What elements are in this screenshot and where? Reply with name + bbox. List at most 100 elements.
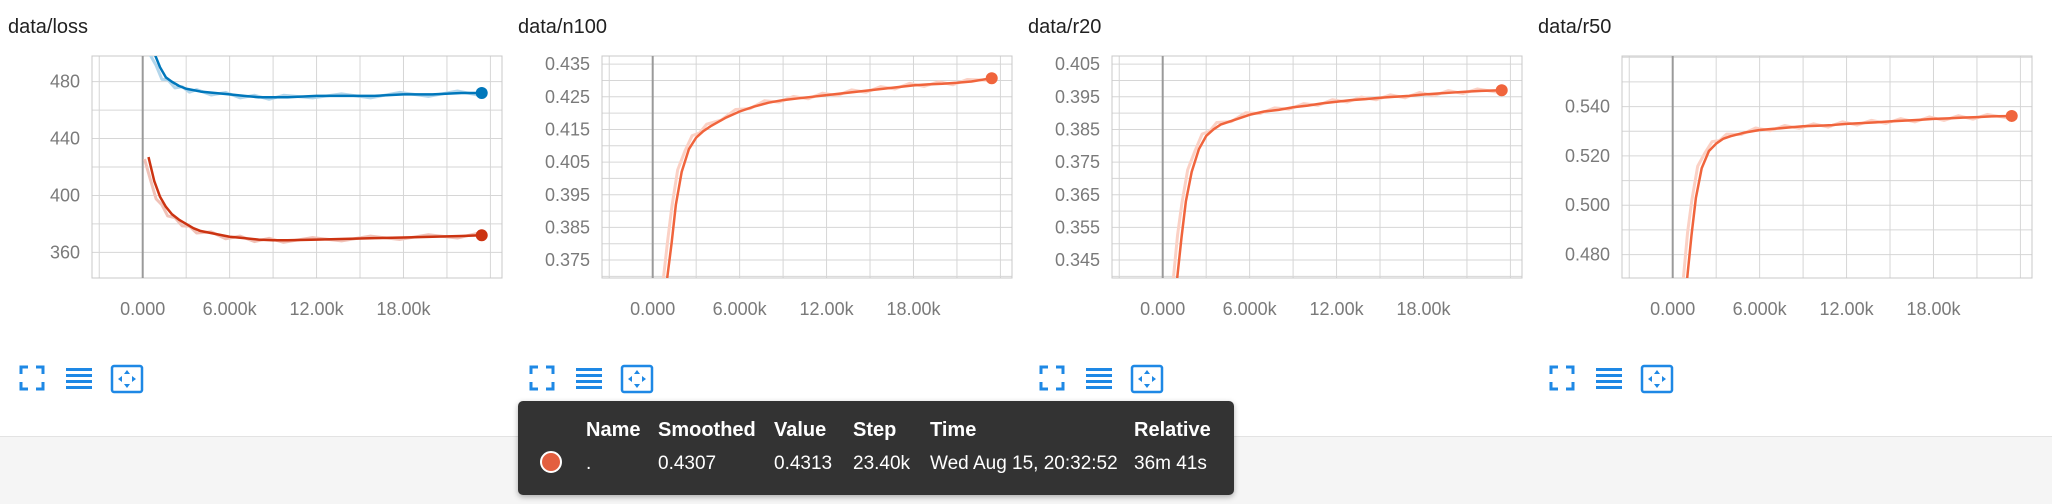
chart-card-data-r50: data/r50 0.480 0.500 0.520 0.540 0.000 6.000k 1… <box>1530 0 2042 436</box>
tooltip-row-step: 23.40k <box>853 453 911 474</box>
series-raw-line <box>1681 112 2008 278</box>
series-end-marker <box>475 87 488 99</box>
x-tick-label: 0.000 <box>1650 299 1695 319</box>
chart-card-data-r20: data/r20 0.345 0.355 0.365 0.375 0.385 0.395 0.… <box>1020 0 1532 436</box>
series-0 <box>661 76 992 278</box>
fit-domain-button[interactable] <box>110 364 146 398</box>
fullscreen-icon <box>18 364 54 392</box>
x-tick-label: 12.00k <box>1310 299 1365 319</box>
fit-domain-icon <box>110 364 146 394</box>
x-tick-label: 0.000 <box>630 299 675 319</box>
x-tick-label: 18.00k <box>376 299 431 319</box>
series-end-marker <box>985 72 998 85</box>
x-tick-label: 6.000k <box>203 299 258 319</box>
series-end-marker <box>2005 109 2018 122</box>
y-tick-label: 0.540 <box>1565 97 1610 117</box>
grid-horizontal <box>1622 56 2032 256</box>
x-tick-label: 0.000 <box>120 299 165 319</box>
tooltip-row-value: 0.4313 <box>774 453 833 474</box>
tooltip-row-smoothed: 0.4307 <box>658 453 717 474</box>
fit-domain-button[interactable] <box>1640 364 1676 398</box>
fit-domain-button[interactable] <box>1130 364 1166 398</box>
grid-horizontal <box>602 63 1012 277</box>
list-button[interactable] <box>574 364 610 398</box>
x-tick-label: 6.000k <box>1223 299 1278 319</box>
y-tick-label: 0.405 <box>545 152 590 172</box>
list-button[interactable] <box>64 364 100 398</box>
y-tick-label: 0.480 <box>1565 245 1610 265</box>
series-smoothed-line <box>1175 89 1502 278</box>
y-tick-label: 400 <box>50 185 80 205</box>
chart-title: data/loss <box>8 16 89 38</box>
tooltip-row-name: . <box>586 453 592 474</box>
chart-svg-data-loss[interactable]: 360 400 440 480 0.000 6.000k 12.00k 18.00k <box>0 44 510 354</box>
fullscreen-button[interactable] <box>18 364 54 398</box>
plot-frame <box>601 55 1013 279</box>
list-button[interactable] <box>1084 364 1120 398</box>
tooltip-header-relative: Relative <box>1134 419 1211 441</box>
chart-title: data/r20 <box>1028 16 1102 38</box>
x-tick-label: 6.000k <box>713 299 768 319</box>
fullscreen-button[interactable] <box>1038 364 1074 398</box>
chart-svg-data-n100[interactable]: 0.375 0.385 0.395 0.405 0.415 0.425 0.435 0.000… <box>510 44 1020 354</box>
tooltip-series-swatch <box>540 451 562 473</box>
x-tick-label: 12.00k <box>1820 299 1875 319</box>
y-tick-label: 0.500 <box>1565 195 1610 215</box>
plot-frame <box>1111 55 1523 279</box>
y-tick-label: 0.395 <box>1055 87 1100 107</box>
series-0 <box>1681 112 2012 278</box>
fit-domain-button[interactable] <box>620 364 656 398</box>
list-icon <box>1084 364 1120 392</box>
tooltip-row-time: Wed Aug 15, 20:32:52 <box>930 453 1118 474</box>
y-tick-label: 0.435 <box>545 54 590 74</box>
chart-card-data-n100: data/n100 0.375 0.385 0.395 0.405 0.415 0.425 0… <box>510 0 1022 436</box>
y-tick-label: 0.520 <box>1565 146 1610 166</box>
tooltip-header-smoothed: Smoothed <box>658 419 756 441</box>
series-0 <box>1171 87 1502 278</box>
fullscreen-icon <box>1038 364 1074 392</box>
y-tick-label: 0.365 <box>1055 185 1100 205</box>
chart-title: data/n100 <box>518 16 607 38</box>
x-tick-label: 12.00k <box>800 299 855 319</box>
list-icon <box>574 364 610 392</box>
hover-tooltip: Name Smoothed Value Step Time Relative .… <box>518 401 1234 495</box>
tooltip-header-time: Time <box>930 419 977 441</box>
chart-svg-data-r20[interactable]: 0.345 0.355 0.365 0.375 0.385 0.395 0.405 0.000… <box>1020 44 1530 354</box>
series-smoothed-line <box>154 56 482 99</box>
y-tick-label: 440 <box>50 129 80 149</box>
x-tick-label: 18.00k <box>1396 299 1451 319</box>
fullscreen-icon <box>528 364 564 392</box>
y-tick-label: 480 <box>50 72 80 92</box>
series-raw-line <box>149 56 479 101</box>
grid-horizontal <box>1112 63 1522 277</box>
list-icon <box>1594 364 1630 392</box>
series-end-marker <box>1495 84 1508 97</box>
tooltip-header-value: Value <box>774 419 827 441</box>
fit-domain-icon <box>1640 364 1676 394</box>
x-tick-label: 18.00k <box>1906 299 1961 319</box>
x-tick-label: 6.000k <box>1733 299 1788 319</box>
fullscreen-button[interactable] <box>1548 364 1584 398</box>
series-raw-line <box>1171 87 1498 278</box>
y-tick-label: 0.385 <box>545 217 590 237</box>
y-tick-label: 0.425 <box>545 87 590 107</box>
list-button[interactable] <box>1594 364 1630 398</box>
series-raw-line <box>661 77 988 278</box>
y-tick-label: 0.375 <box>545 250 590 270</box>
chart-title: data/r50 <box>1538 16 1612 38</box>
fit-domain-icon <box>1130 364 1166 394</box>
x-tick-label: 12.00k <box>290 299 345 319</box>
x-tick-label: 0.000 <box>1140 299 1185 319</box>
fit-domain-icon <box>620 364 656 394</box>
tooltip-header-step: Step <box>853 419 897 441</box>
fullscreen-button[interactable] <box>528 364 564 398</box>
y-tick-label: 0.395 <box>545 185 590 205</box>
series-smoothed-line <box>1685 114 2012 278</box>
chart-svg-data-r50[interactable]: 0.480 0.500 0.520 0.540 0.000 6.000k 12.00k 18.… <box>1530 44 2040 354</box>
y-tick-label: 0.415 <box>545 119 590 139</box>
plot-frame <box>1621 55 2033 279</box>
series-1 <box>143 156 482 244</box>
grid-horizontal <box>92 81 502 253</box>
y-tick-label: 360 <box>50 242 80 262</box>
series-end-marker <box>475 229 488 242</box>
